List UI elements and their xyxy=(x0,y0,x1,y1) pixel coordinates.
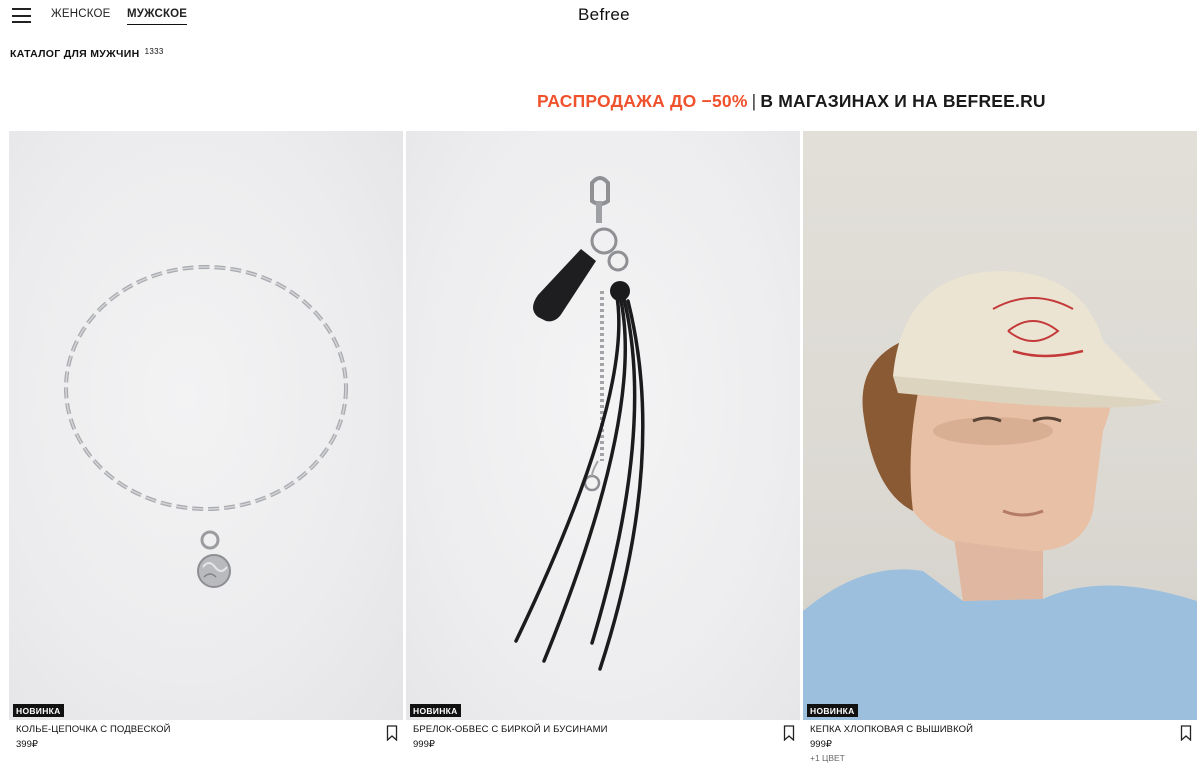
badge-new: НОВИНКА xyxy=(13,704,64,717)
header: ЖЕНСКОЕ МУЖСКОЕ Befree xyxy=(0,0,1200,34)
keychain-illustration xyxy=(514,176,645,671)
promo-rest: В МАГАЗИНАХ И НА BEFREE.RU xyxy=(760,91,1046,111)
product-name[interactable]: БРЕЛОК-ОБВЕС С БИРКОЙ И БУСИНАМИ xyxy=(413,724,608,735)
promo-separator: | xyxy=(751,91,757,111)
product-name[interactable]: КЕПКА ХЛОПКОВАЯ С ВЫШИВКОЙ xyxy=(810,724,973,735)
necklace-illustration xyxy=(64,265,348,588)
bookmark-icon[interactable] xyxy=(1180,725,1192,741)
product-price: 999₽ xyxy=(413,739,435,750)
model-with-cap-illustration xyxy=(803,271,1197,720)
product-color-count[interactable]: +1 ЦВЕТ xyxy=(810,753,845,763)
catalog-title-text: КАТАЛОГ ДЛЯ МУЖЧИН xyxy=(10,48,140,60)
product-image-cap[interactable] xyxy=(803,131,1197,720)
product-card[interactable]: НОВИНКА КЕПКА ХЛОПКОВАЯ С ВЫШИВКОЙ 999₽ … xyxy=(803,131,1197,767)
product-price: 999₽ xyxy=(810,739,832,750)
product-image-necklace[interactable] xyxy=(9,131,403,720)
product-card[interactable]: НОВИНКА БРЕЛОК-ОБВЕС С БИРКОЙ И БУСИНАМИ… xyxy=(406,131,800,767)
badge-new: НОВИНКА xyxy=(807,704,858,717)
promo-accent: РАСПРОДАЖА ДО −50% xyxy=(537,91,748,111)
promo-banner[interactable]: РАСПРОДАЖА ДО −50% | В МАГАЗИНАХ И НА BEFR… xyxy=(537,91,1046,112)
product-price: 399₽ xyxy=(16,739,38,750)
bookmark-icon[interactable] xyxy=(783,725,795,741)
logo[interactable]: Befree xyxy=(0,5,1200,25)
catalog-title: КАТАЛОГ ДЛЯ МУЖЧИН 1333 xyxy=(10,47,164,60)
product-image-keychain[interactable] xyxy=(406,131,800,720)
product-name[interactable]: КОЛЬЕ-ЦЕПОЧКА С ПОДВЕСКОЙ xyxy=(16,724,171,735)
bookmark-icon[interactable] xyxy=(386,725,398,741)
logo-text[interactable]: Befree xyxy=(578,5,630,24)
catalog-count: 1333 xyxy=(144,47,164,56)
badge-new: НОВИНКА xyxy=(410,704,461,717)
product-card[interactable]: НОВИНКА КОЛЬЕ-ЦЕПОЧКА С ПОДВЕСКОЙ 399₽ xyxy=(9,131,403,767)
